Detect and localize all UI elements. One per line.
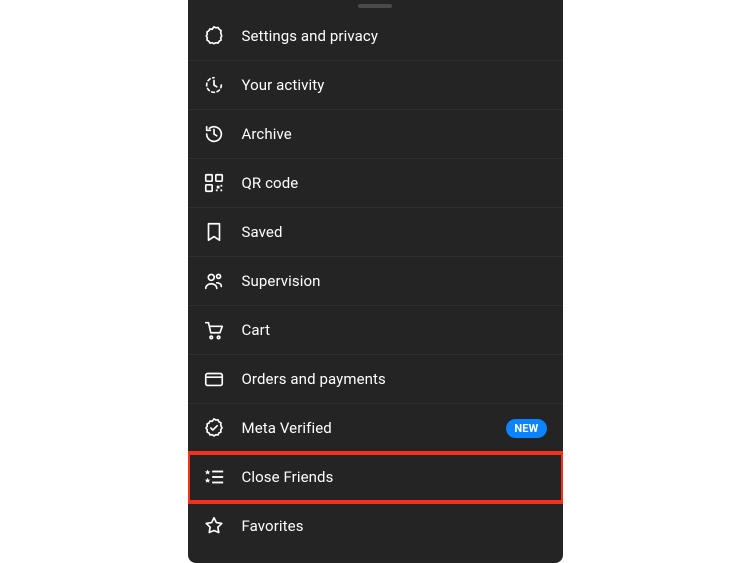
menu-item-orders[interactable]: Orders and payments <box>188 355 563 404</box>
credit-card-icon <box>202 367 226 391</box>
star-icon <box>202 514 226 538</box>
cart-icon <box>202 318 226 342</box>
activity-icon <box>202 73 226 97</box>
menu-item-label: Meta Verified <box>242 419 332 437</box>
archive-icon <box>202 122 226 146</box>
new-badge: NEW <box>506 419 546 438</box>
supervision-icon <box>202 269 226 293</box>
menu-item-label: Cart <box>242 321 271 339</box>
menu-item-label: Your activity <box>242 76 325 94</box>
menu-item-label: Orders and payments <box>242 370 386 388</box>
menu-item-label: Saved <box>242 223 283 241</box>
menu-item-settings[interactable]: Settings and privacy <box>188 12 563 61</box>
close-friends-icon <box>202 465 226 489</box>
menu-item-label: Archive <box>242 125 292 143</box>
menu-item-meta-verified[interactable]: Meta Verified NEW <box>188 404 563 453</box>
bookmark-icon <box>202 220 226 244</box>
menu-panel: Settings and privacy Your activity Archi… <box>188 0 563 563</box>
menu-item-favorites[interactable]: Favorites <box>188 502 563 550</box>
menu-item-label: Supervision <box>242 272 321 290</box>
settings-icon <box>202 24 226 48</box>
menu-item-supervision[interactable]: Supervision <box>188 257 563 306</box>
menu-item-label: Close Friends <box>242 468 334 486</box>
menu-item-activity[interactable]: Your activity <box>188 61 563 110</box>
drag-handle[interactable] <box>358 4 392 8</box>
menu-list: Settings and privacy Your activity Archi… <box>188 12 563 550</box>
menu-item-close-friends[interactable]: Close Friends <box>188 453 563 502</box>
qr-code-icon <box>202 171 226 195</box>
menu-item-label: QR code <box>242 174 299 192</box>
menu-item-saved[interactable]: Saved <box>188 208 563 257</box>
menu-item-label: Settings and privacy <box>242 27 379 45</box>
menu-item-archive[interactable]: Archive <box>188 110 563 159</box>
verified-icon <box>202 416 226 440</box>
menu-item-cart[interactable]: Cart <box>188 306 563 355</box>
menu-item-label: Favorites <box>242 517 304 535</box>
menu-item-qr-code[interactable]: QR code <box>188 159 563 208</box>
